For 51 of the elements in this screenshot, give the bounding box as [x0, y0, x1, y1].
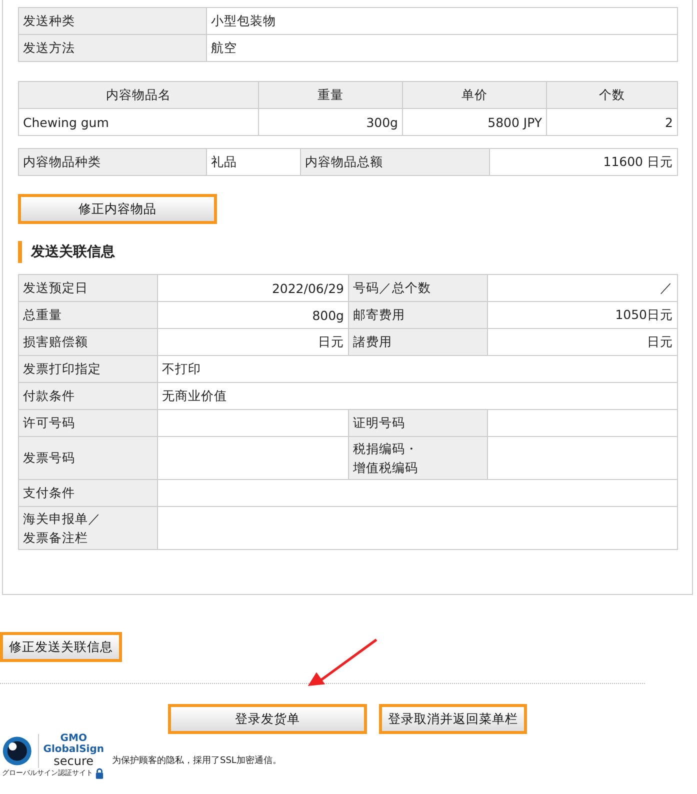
table-cell: 发送预定日: [18, 274, 158, 302]
table-cell: ／: [488, 274, 678, 302]
table-cell: 付款条件: [18, 382, 158, 410]
table-cell: 邮寄费用: [348, 302, 488, 328]
edit-details-button[interactable]: 修正发送关联信息: [0, 632, 122, 662]
ssl-note: 为保护顾客的隐私，採用了SSL加密通信。: [112, 754, 282, 767]
table-cell: 礼品: [206, 148, 300, 176]
table-cell: 諸费用: [348, 328, 488, 356]
table-cell: 内容物品总额: [300, 148, 490, 176]
column-header: 内容物品名: [18, 82, 258, 108]
column-header: 单价: [402, 82, 546, 108]
table-cell: Chewing gum: [18, 108, 258, 136]
table-cell: 2: [546, 108, 678, 136]
table-cell: 日元: [158, 328, 348, 356]
brand-name: GlobalSign: [43, 744, 104, 755]
table-cell: 无商业价值: [158, 382, 678, 410]
table-cell: 11600 日元: [490, 148, 678, 176]
table-cell: 发票号码: [18, 436, 158, 480]
table-cell: 证明号码: [348, 410, 488, 436]
cell-line: 税捐编码・: [353, 440, 418, 458]
table-cell: 日元: [488, 328, 678, 356]
cell-line: 海关申报单／: [23, 510, 101, 528]
table-cell: 不打印: [158, 356, 678, 382]
column-header: 重量: [258, 82, 402, 108]
secure-text: secure: [54, 755, 94, 768]
table-cell: 1050日元: [488, 302, 678, 328]
table-cell: 内容物品种类: [18, 148, 206, 176]
table-cell: 300g: [258, 108, 402, 136]
table-cell: 支付条件: [18, 480, 158, 506]
submit-button[interactable]: 登录发货单: [168, 704, 367, 734]
table-cell: 发票打印指定: [18, 356, 158, 382]
column-header: 个数: [546, 82, 678, 108]
eye-icon: [2, 734, 32, 767]
table-cell: 小型包装物: [206, 8, 678, 34]
table-cell: 发送种类: [18, 8, 206, 34]
table-cell: 许可号码: [18, 410, 158, 436]
brand-text: GMO: [60, 734, 87, 744]
cell-line: 发票备注栏: [23, 529, 88, 547]
cell-line: 增值税编码: [353, 459, 418, 477]
table-cell: 号码／总个数: [348, 274, 488, 302]
cancel-button[interactable]: 登录取消并返回菜单栏: [379, 704, 527, 734]
edit-items-button[interactable]: 修正内容物品: [18, 194, 217, 224]
section-title: 发送关联信息: [31, 243, 115, 261]
table-cell: 800g: [158, 302, 348, 328]
table-cell: 5800 JPY: [402, 108, 546, 136]
table-cell: 2022/06/29: [158, 274, 348, 302]
table-cell: 发送方法: [18, 34, 206, 62]
table-cell: 航空: [206, 34, 678, 62]
lock-icon: [95, 768, 104, 779]
table-cell: 损害赔偿额: [18, 328, 158, 356]
table-cell: 总重量: [18, 302, 158, 328]
